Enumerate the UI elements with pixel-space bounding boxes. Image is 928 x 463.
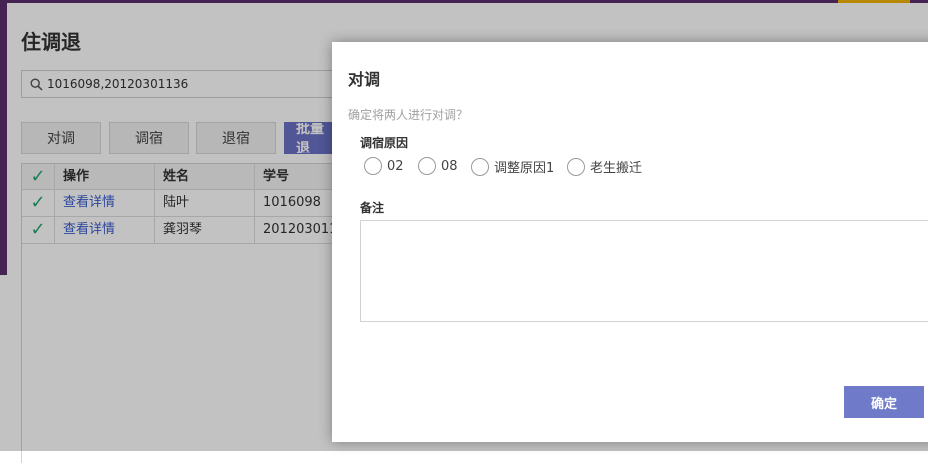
dialog-title: 对调: [348, 70, 381, 89]
radio-icon: [471, 157, 489, 176]
reason-option-label: 02: [387, 158, 404, 174]
reason-label: 调宿原因: [360, 136, 409, 150]
note-textarea[interactable]: [360, 220, 928, 322]
reason-option-label: 08: [441, 158, 458, 174]
reason-option[interactable]: 08: [418, 157, 458, 175]
confirm-button[interactable]: 确定: [844, 386, 924, 418]
reason-option[interactable]: 老生搬迁: [567, 157, 642, 176]
note-label: 备注: [360, 201, 385, 215]
swap-dialog: 对调 确定将两人进行对调？ 调宿原因 02 08 调整原因1 老生搬迁 备注 确…: [332, 42, 928, 442]
radio-icon: [364, 157, 382, 175]
radio-icon: [418, 157, 436, 175]
reason-option-label: 老生搬迁: [590, 161, 643, 176]
radio-icon: [567, 157, 585, 176]
reason-option-label: 调整原因1: [494, 161, 555, 176]
dialog-subtitle: 确定将两人进行对调？: [348, 108, 469, 122]
reason-option[interactable]: 调整原因1: [471, 157, 554, 176]
reason-option[interactable]: 02: [364, 157, 404, 175]
